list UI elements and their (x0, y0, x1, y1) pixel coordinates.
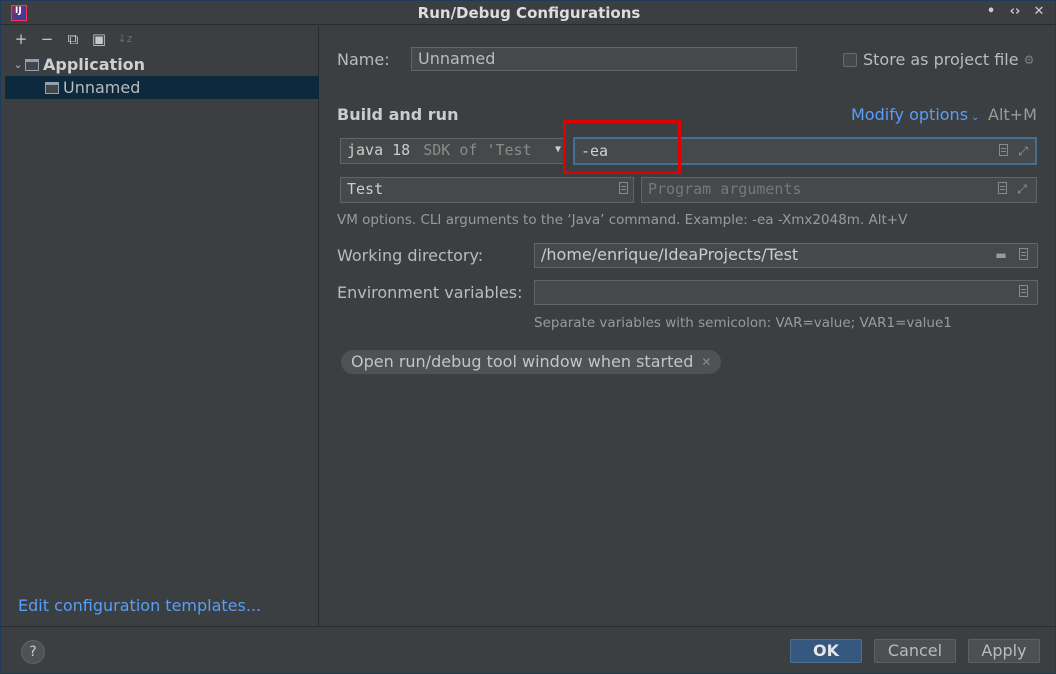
working-directory-value: /home/enrique/IdeaProjects/Test (541, 245, 799, 264)
name-input[interactable]: Unnamed (411, 47, 797, 71)
minus-icon[interactable]: − (39, 31, 55, 47)
tree-item-label: Unnamed (63, 78, 141, 97)
build-run-section-title: Build and run (337, 105, 459, 124)
title-bar: IJ Run/Debug Configurations • ‹› ✕ (1, 1, 1055, 25)
document-icon[interactable] (996, 182, 1008, 196)
run-debug-dialog: IJ Run/Debug Configurations • ‹› ✕ + − ⧉… (0, 0, 1056, 674)
help-button[interactable]: ? (21, 640, 45, 664)
environment-variables-hint: Separate variables with semicolon: VAR=v… (534, 315, 952, 331)
gear-icon[interactable]: ⚙ (1023, 53, 1035, 67)
document-icon[interactable] (997, 144, 1009, 158)
chip-label: Open run/debug tool window when started (351, 352, 694, 371)
chevron-down-icon[interactable]: ⌄ (11, 58, 25, 71)
minimize-icon[interactable]: • (983, 4, 999, 20)
working-directory-label: Working directory: (337, 246, 484, 265)
modify-options-shortcut: Alt+M (988, 105, 1037, 124)
application-config-icon (25, 58, 39, 71)
plus-icon[interactable]: + (13, 31, 29, 47)
configurations-sidebar: + − ⧉ ▣ ↓z ⌄ Application Unnamed Edit co… (5, 26, 319, 626)
chevron-down-icon: ⌄ (971, 112, 980, 123)
close-icon[interactable]: ✕ (1031, 4, 1047, 20)
window-title: Run/Debug Configurations (417, 4, 641, 22)
jre-value: java 18 (347, 141, 411, 159)
browse-class-icon[interactable] (617, 182, 629, 196)
restore-icon[interactable]: ‹› (1007, 4, 1023, 20)
vm-options-hint: VM options. CLI arguments to the ‘Java’ … (337, 212, 908, 228)
apply-button[interactable]: Apply (968, 639, 1040, 663)
edit-templates-link[interactable]: Edit configuration templates... (18, 596, 261, 615)
program-arguments-input[interactable]: Program arguments ⤢ (641, 177, 1037, 203)
highlight-annotation-box (563, 120, 681, 174)
folder-add-icon[interactable]: ▣ (91, 31, 107, 47)
store-project-checkbox[interactable] (843, 53, 857, 67)
tree-group-label: Application (43, 55, 146, 74)
environment-variables-label: Environment variables: (337, 283, 523, 302)
copy-icon[interactable]: ⧉ (65, 31, 81, 47)
configuration-form: Name: Unnamed Store as project file ⚙ Bu… (320, 26, 1055, 626)
modify-options-label: Modify options (851, 105, 969, 124)
document-icon[interactable] (1017, 285, 1029, 299)
jre-sdk-hint: SDK of 'Test (423, 141, 532, 159)
modify-options-link[interactable]: Modify options ⌄ (851, 105, 979, 124)
name-label: Name: (337, 50, 390, 69)
ok-button[interactable]: OK (790, 639, 862, 663)
store-project-label: Store as project file (863, 50, 1019, 69)
working-directory-input[interactable]: /home/enrique/IdeaProjects/Test ▬ (534, 243, 1038, 268)
folder-icon[interactable]: ▬ (995, 248, 1007, 262)
tree-item-unnamed[interactable]: Unnamed (5, 76, 319, 99)
jre-select[interactable]: java 18 SDK of 'Test ▼ (340, 138, 566, 164)
sidebar-toolbar: + − ⧉ ▣ ↓z (5, 26, 319, 52)
program-arguments-placeholder: Program arguments (648, 180, 802, 198)
cancel-button[interactable]: Cancel (874, 639, 956, 663)
expand-icon[interactable]: ⤢ (1017, 144, 1029, 158)
application-config-icon (45, 81, 59, 94)
sort-icon[interactable]: ↓z (117, 31, 133, 47)
dialog-footer: ? OK Cancel Apply (1, 626, 1055, 673)
environment-variables-input[interactable] (534, 280, 1038, 305)
dropdown-arrow-icon: ▼ (554, 144, 561, 155)
document-icon[interactable] (1017, 248, 1029, 262)
close-icon[interactable]: ✕ (701, 350, 711, 374)
open-tool-window-chip[interactable]: Open run/debug tool window when started … (341, 350, 722, 374)
main-class-value: Test (347, 180, 384, 198)
tree-group-application[interactable]: ⌄ Application (5, 53, 319, 76)
main-class-input[interactable]: Test (340, 177, 634, 203)
expand-icon[interactable]: ⤢ (1016, 182, 1028, 196)
configuration-tree: ⌄ Application Unnamed (5, 53, 319, 99)
